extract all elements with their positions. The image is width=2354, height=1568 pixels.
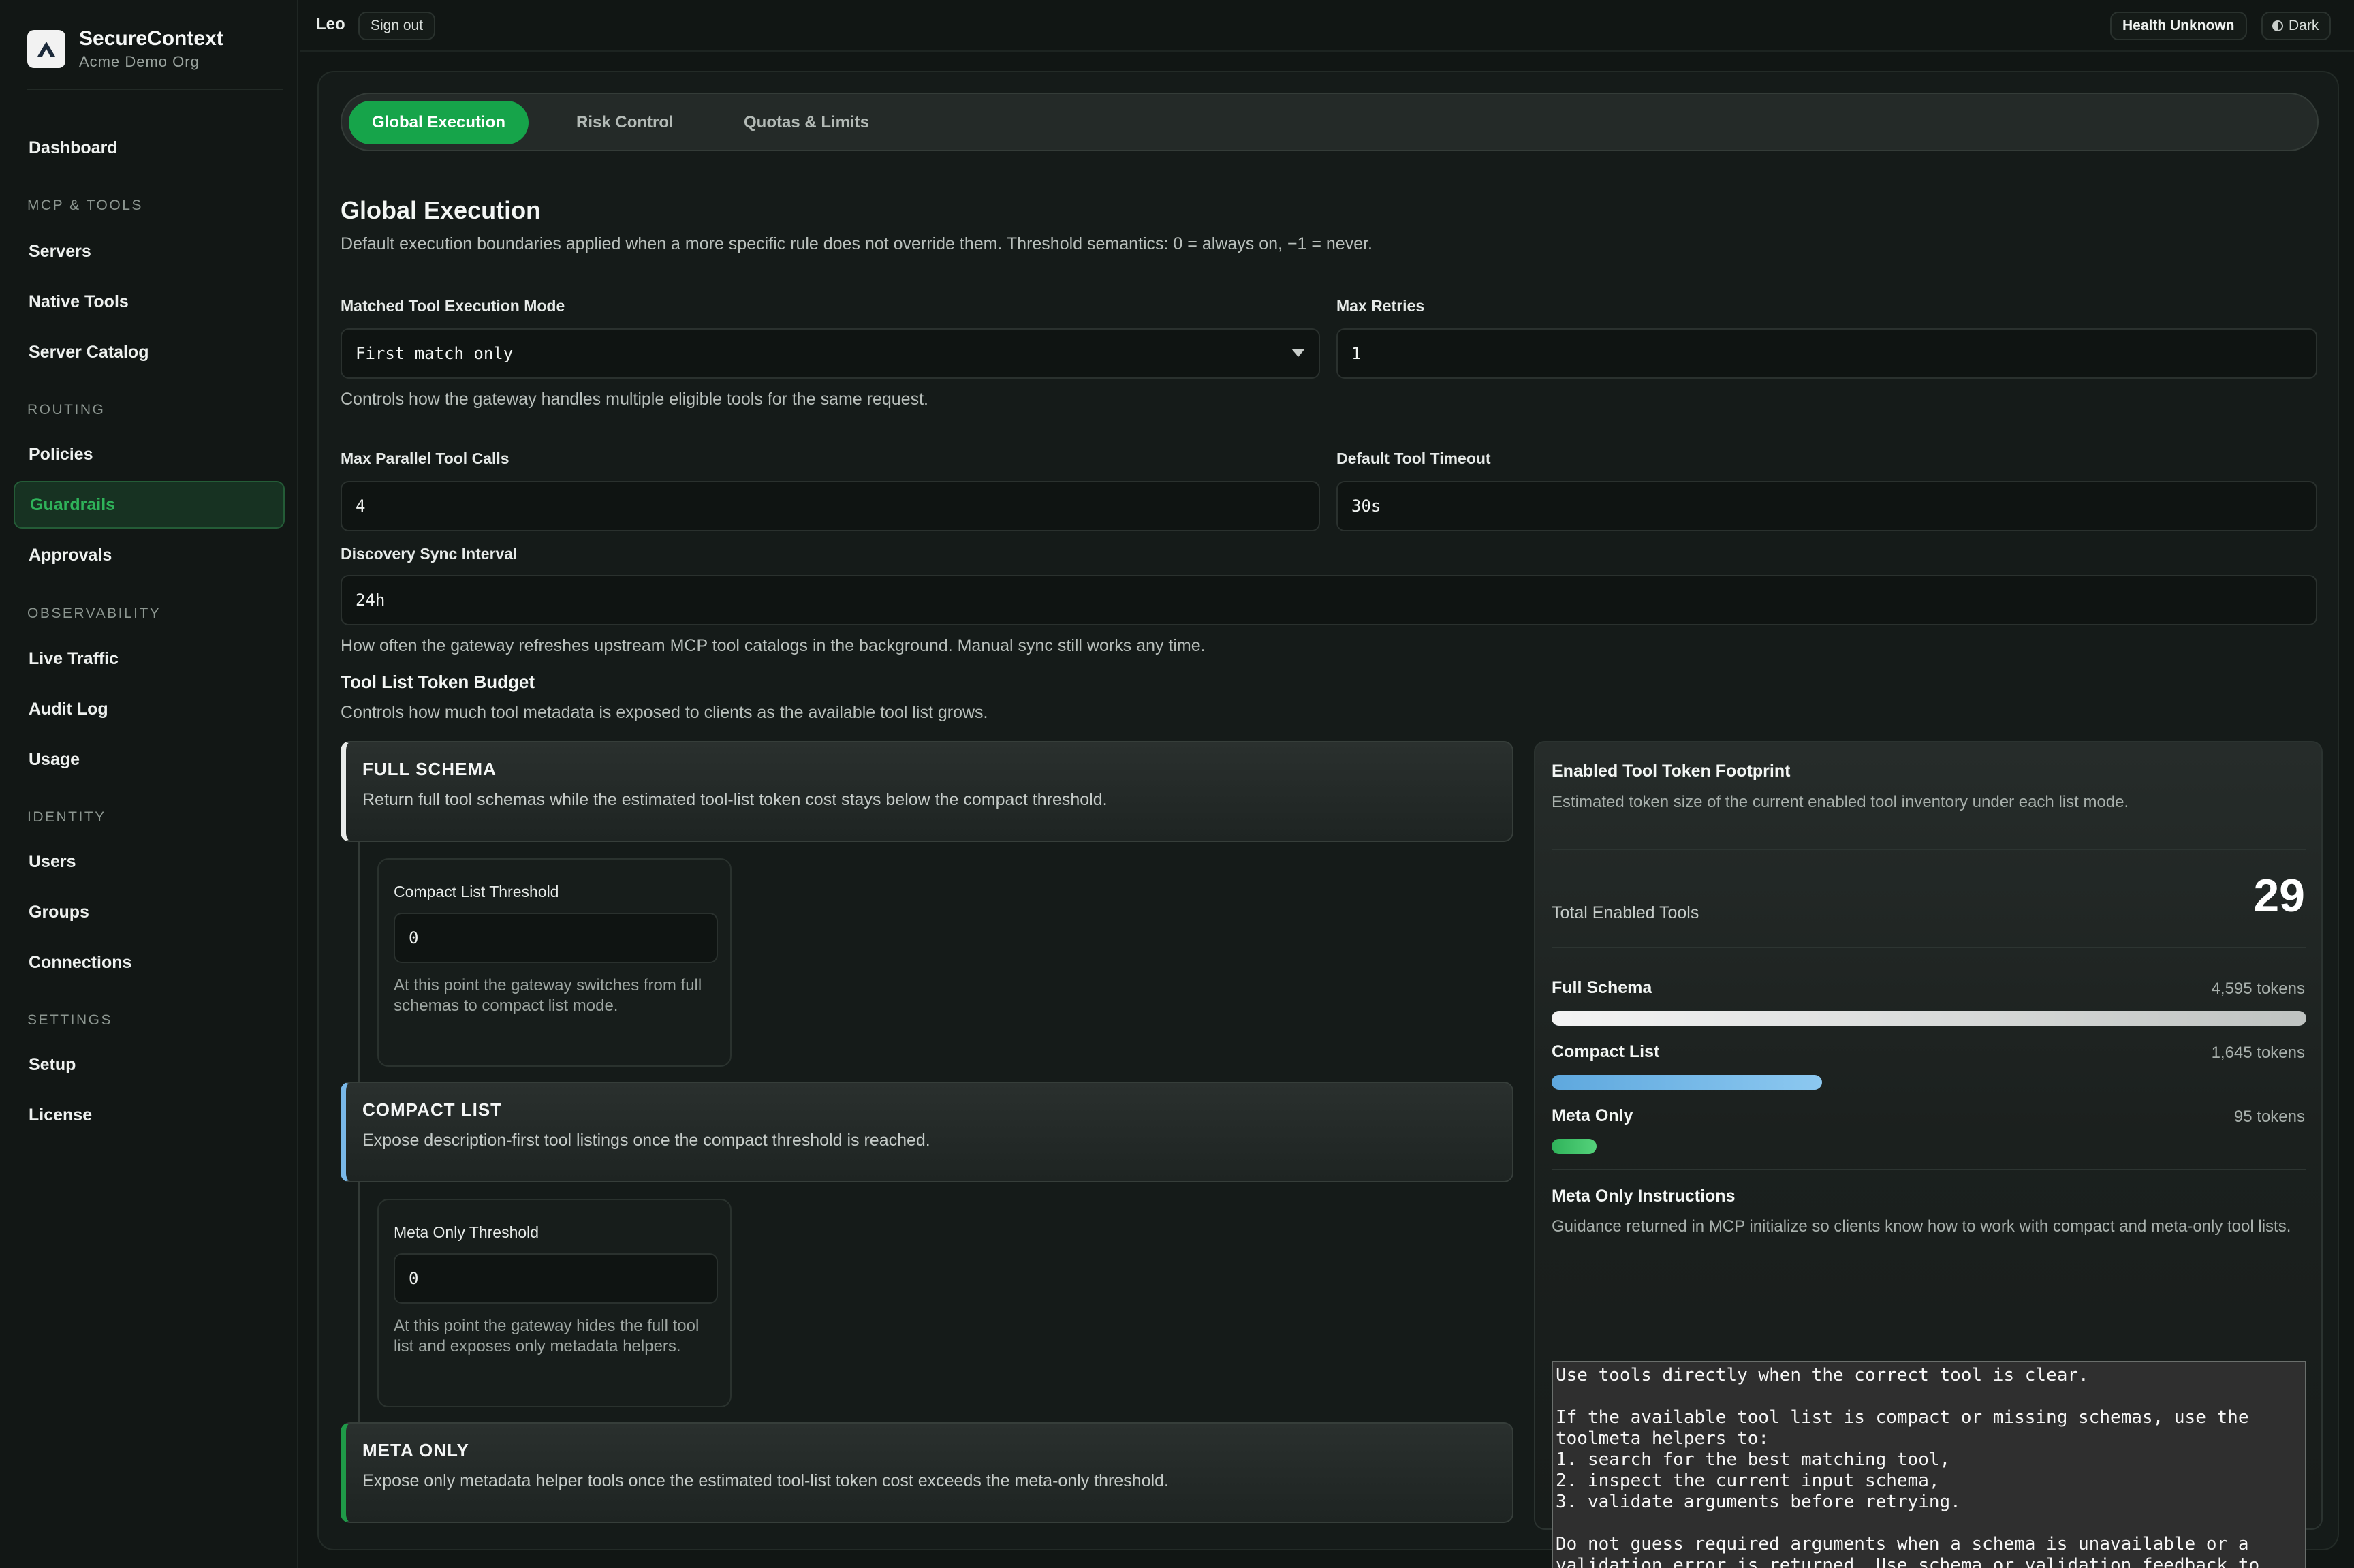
app-name: SecureContext: [79, 27, 223, 50]
compact-threshold-input[interactable]: 0: [394, 913, 718, 963]
tab-quotas-limits[interactable]: Quotas & Limits: [721, 101, 892, 144]
compact-threshold-help: At this point the gateway switches from …: [394, 975, 714, 1016]
sidebar-item-connections[interactable]: Connections: [14, 939, 285, 986]
page-subtitle: Default execution boundaries applied whe…: [341, 234, 1372, 254]
sidebar-item-users[interactable]: Users: [14, 838, 285, 885]
sign-out-button[interactable]: Sign out: [358, 12, 435, 40]
instructions-subtitle: Guidance returned in MCP initialize so c…: [1552, 1217, 2306, 1237]
sidebar-item-native-tools[interactable]: Native Tools: [14, 278, 285, 326]
max-parallel-input[interactable]: 4: [341, 481, 1320, 531]
bar-track-full-schema: [1552, 1011, 2306, 1026]
sidebar-item-setup[interactable]: Setup: [14, 1041, 285, 1088]
instructions-textarea[interactable]: Use tools directly when the correct tool…: [1552, 1361, 2306, 1568]
half-moon-icon: [2272, 20, 2283, 31]
execution-mode-label: Matched Tool Execution Mode: [341, 297, 565, 315]
max-parallel-label: Max Parallel Tool Calls: [341, 450, 509, 468]
meta-threshold-label: Meta Only Threshold: [394, 1223, 539, 1242]
bar-value-full-schema: 4,595 tokens: [2212, 979, 2305, 999]
bar-label-full-schema: Full Schema: [1552, 978, 1652, 998]
page-title: Global Execution: [341, 196, 541, 225]
health-status-badge[interactable]: Health Unknown: [2110, 12, 2247, 40]
bar-label-compact-list: Compact List: [1552, 1042, 1659, 1062]
token-budget-title: Tool List Token Budget: [341, 672, 535, 693]
sync-interval-label: Discovery Sync Interval: [341, 545, 518, 563]
bar-label-meta-only: Meta Only: [1552, 1106, 1633, 1126]
meta-threshold-help: At this point the gateway hides the full…: [394, 1316, 714, 1357]
bar-fill-full-schema: [1552, 1011, 2306, 1026]
divider: [1552, 947, 2306, 948]
chevron-down-icon: [1291, 349, 1305, 357]
sidebar-item-server-catalog[interactable]: Server Catalog: [14, 328, 285, 376]
max-retries-label: Max Retries: [1336, 297, 1424, 315]
sidebar-item-groups[interactable]: Groups: [14, 888, 285, 936]
brand: SecureContext Acme Demo Org: [27, 27, 283, 90]
sync-interval-help: How often the gateway refreshes upstream…: [341, 636, 1206, 656]
token-footprint-panel: Enabled Tool Token Footprint Estimated t…: [1534, 741, 2323, 1530]
compact-threshold-label: Compact List Threshold: [394, 883, 559, 901]
meta-threshold-input[interactable]: 0: [394, 1253, 718, 1304]
main-panel: Global Execution Risk Control Quotas & L…: [317, 71, 2339, 1550]
theme-label: Dark: [2289, 18, 2319, 34]
sidebar-section-observability: OBSERVABILITY: [27, 606, 161, 622]
tab-risk-control[interactable]: Risk Control: [553, 101, 697, 144]
sidebar-item-usage[interactable]: Usage: [14, 736, 285, 783]
settings-tabs: Global Execution Risk Control Quotas & L…: [341, 93, 2319, 151]
divider: [1552, 1169, 2306, 1170]
execution-mode-select[interactable]: First match only: [341, 328, 1320, 379]
compact-threshold-card: Compact List Threshold 0 At this point t…: [377, 858, 732, 1067]
execution-mode-value: First match only: [356, 344, 513, 363]
mode-card-full-schema[interactable]: FULL SCHEMA Return full tool schemas whi…: [341, 741, 1513, 842]
tool-timeout-input[interactable]: 30s: [1336, 481, 2317, 531]
bar-fill-meta-only: [1552, 1139, 1597, 1154]
sidebar-section-routing: ROUTING: [27, 402, 105, 418]
tab-global-execution[interactable]: Global Execution: [349, 101, 529, 144]
current-user: Leo: [316, 15, 345, 34]
mode-title: COMPACT LIST: [362, 1099, 502, 1120]
bar-fill-compact-list: [1552, 1075, 1822, 1090]
bar-value-meta-only: 95 tokens: [2234, 1108, 2305, 1127]
theme-toggle-button[interactable]: Dark: [2261, 12, 2331, 40]
mode-title: META ONLY: [362, 1440, 469, 1461]
sidebar-item-license[interactable]: License: [14, 1091, 285, 1139]
sidebar-section-identity: IDENTITY: [27, 809, 106, 826]
divider: [1552, 849, 2306, 850]
tool-timeout-label: Default Tool Timeout: [1336, 450, 1491, 468]
execution-mode-help: Controls how the gateway handles multipl…: [341, 390, 928, 409]
sidebar-item-servers[interactable]: Servers: [14, 228, 285, 275]
max-retries-input[interactable]: 1: [1336, 328, 2317, 379]
sidebar-item-audit-log[interactable]: Audit Log: [14, 685, 285, 733]
footprint-subtitle: Estimated token size of the current enab…: [1552, 793, 2129, 812]
mode-title: FULL SCHEMA: [362, 759, 497, 780]
meta-threshold-card: Meta Only Threshold 0 At this point the …: [377, 1199, 732, 1407]
mode-description: Expose only metadata helper tools once t…: [362, 1471, 1169, 1491]
top-bar: Leo Sign out Health Unknown Dark: [300, 0, 2354, 52]
total-enabled-tools-value: 29: [2253, 869, 2305, 922]
footprint-title: Enabled Tool Token Footprint: [1552, 762, 1790, 781]
app-logo-icon: [27, 30, 65, 68]
mode-description: Expose description-first tool listings o…: [362, 1131, 930, 1150]
mode-card-compact-list[interactable]: COMPACT LIST Expose description-first to…: [341, 1082, 1513, 1182]
instructions-title: Meta Only Instructions: [1552, 1187, 1735, 1206]
mode-description: Return full tool schemas while the estim…: [362, 790, 1108, 810]
sidebar-item-guardrails[interactable]: Guardrails: [14, 481, 285, 529]
sidebar-section-mcp-tools: MCP & TOOLS: [27, 198, 143, 214]
token-budget-subtitle: Controls how much tool metadata is expos…: [341, 703, 988, 723]
bar-track-meta-only: [1552, 1139, 2306, 1154]
bar-value-compact-list: 1,645 tokens: [2212, 1044, 2305, 1063]
sidebar-item-dashboard[interactable]: Dashboard: [14, 124, 285, 172]
bar-track-compact-list: [1552, 1075, 2306, 1090]
sidebar-item-approvals[interactable]: Approvals: [14, 531, 285, 579]
sidebar-item-live-traffic[interactable]: Live Traffic: [14, 635, 285, 683]
sidebar-section-settings: SETTINGS: [27, 1012, 112, 1029]
sync-interval-input[interactable]: 24h: [341, 575, 2317, 625]
sidebar-item-policies[interactable]: Policies: [14, 430, 285, 478]
mode-card-meta-only[interactable]: META ONLY Expose only metadata helper to…: [341, 1422, 1513, 1523]
org-name: Acme Demo Org: [79, 53, 200, 71]
total-enabled-tools-label: Total Enabled Tools: [1552, 903, 1699, 923]
sidebar: SecureContext Acme Demo Org Dashboard MC…: [0, 0, 298, 1568]
